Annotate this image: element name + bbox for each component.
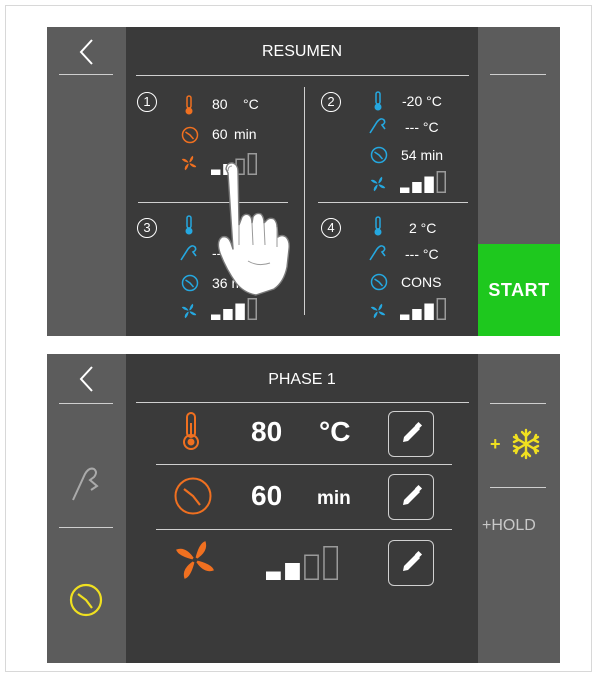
page-title: PHASE 1 bbox=[268, 371, 336, 388]
left-divider bbox=[59, 74, 113, 75]
thermometer-icon bbox=[374, 91, 382, 111]
mid-divider-right bbox=[318, 202, 468, 203]
fan-level-bars bbox=[211, 298, 257, 325]
title-divider bbox=[136, 75, 469, 76]
fan-icon bbox=[174, 539, 216, 586]
temp-unit: °C bbox=[319, 416, 351, 447]
timer-icon bbox=[370, 146, 388, 164]
left-divider bbox=[59, 527, 113, 528]
left-divider bbox=[59, 403, 113, 404]
summary-panel: RESUMEN 1 80 °C 60 min 2 -20 °C --- °C 5… bbox=[126, 27, 478, 336]
phase-panel: PHASE 1 80 °C 60 min bbox=[126, 354, 478, 663]
summary-screen: RESUMEN 1 80 °C 60 min 2 -20 °C --- °C 5… bbox=[47, 27, 560, 336]
fan-icon bbox=[181, 155, 197, 176]
pencil-icon bbox=[403, 421, 423, 442]
row-divider bbox=[156, 464, 452, 465]
timer-icon bbox=[174, 477, 212, 515]
left-sidebar bbox=[47, 354, 126, 663]
probe-icon[interactable] bbox=[67, 462, 103, 502]
edit-fan-button[interactable] bbox=[388, 540, 434, 586]
edit-temp-button[interactable] bbox=[388, 411, 434, 457]
phase-probe: --- °C bbox=[405, 119, 439, 135]
fan-icon bbox=[181, 303, 197, 324]
phase-screen: PHASE 1 80 °C 60 min + +HOLD bbox=[47, 354, 560, 663]
pencil-icon bbox=[403, 550, 423, 571]
thermometer-icon bbox=[183, 412, 199, 450]
phase-number-badge: 4 bbox=[321, 218, 341, 238]
back-icon[interactable] bbox=[77, 364, 97, 394]
edit-time-button[interactable] bbox=[388, 474, 434, 520]
timer-icon bbox=[181, 274, 199, 292]
probe-icon bbox=[180, 245, 197, 261]
back-icon[interactable] bbox=[77, 37, 97, 67]
time-value: 60 bbox=[251, 480, 283, 511]
snowflake-icon bbox=[512, 428, 540, 460]
hand-pointer-icon bbox=[217, 162, 290, 296]
phase-temp: 80 bbox=[212, 96, 228, 112]
row-divider bbox=[156, 529, 452, 530]
phase-time: 60 bbox=[212, 126, 228, 142]
temp-value: 80 bbox=[251, 416, 283, 447]
phase-time-unit: min bbox=[234, 126, 257, 142]
timer-icon[interactable] bbox=[69, 583, 103, 617]
phase-probe: --- °C bbox=[405, 246, 439, 262]
page-title: RESUMEN bbox=[261, 43, 342, 60]
plus-label: + bbox=[490, 434, 501, 454]
fan-level-bars bbox=[400, 298, 446, 325]
right-divider bbox=[490, 74, 546, 75]
time-unit: min bbox=[317, 488, 351, 509]
thermometer-icon bbox=[374, 216, 382, 236]
thermometer-icon bbox=[185, 215, 193, 235]
phase-time: 54 min bbox=[401, 147, 444, 163]
timer-icon bbox=[370, 273, 388, 291]
phase-number-badge: 1 bbox=[137, 92, 157, 112]
fan-level-bars bbox=[400, 171, 446, 198]
right-sidebar: START bbox=[478, 27, 560, 336]
timer-icon bbox=[181, 126, 199, 144]
right-divider bbox=[490, 403, 546, 404]
phase-time: CONS bbox=[401, 274, 442, 290]
pencil-icon bbox=[403, 484, 423, 505]
phase-number-badge: 3 bbox=[137, 218, 157, 238]
right-sidebar: + +HOLD bbox=[478, 354, 560, 663]
thermometer-icon bbox=[185, 95, 193, 115]
start-button[interactable]: START bbox=[478, 244, 560, 336]
probe-icon bbox=[369, 118, 386, 134]
right-divider bbox=[490, 487, 546, 488]
probe-icon bbox=[369, 245, 386, 261]
phase-temp-unit: °C bbox=[243, 96, 259, 112]
phase-temp: 2 °C bbox=[409, 220, 437, 236]
hold-button[interactable]: +HOLD bbox=[482, 517, 536, 535]
fan-icon bbox=[370, 176, 386, 197]
fan-icon bbox=[370, 303, 386, 324]
phase-number-badge: 2 bbox=[321, 92, 341, 112]
phase-temp: -20 °C bbox=[402, 93, 442, 109]
title-divider bbox=[136, 402, 469, 403]
fan-level-bars bbox=[266, 546, 339, 585]
left-sidebar bbox=[47, 27, 126, 336]
